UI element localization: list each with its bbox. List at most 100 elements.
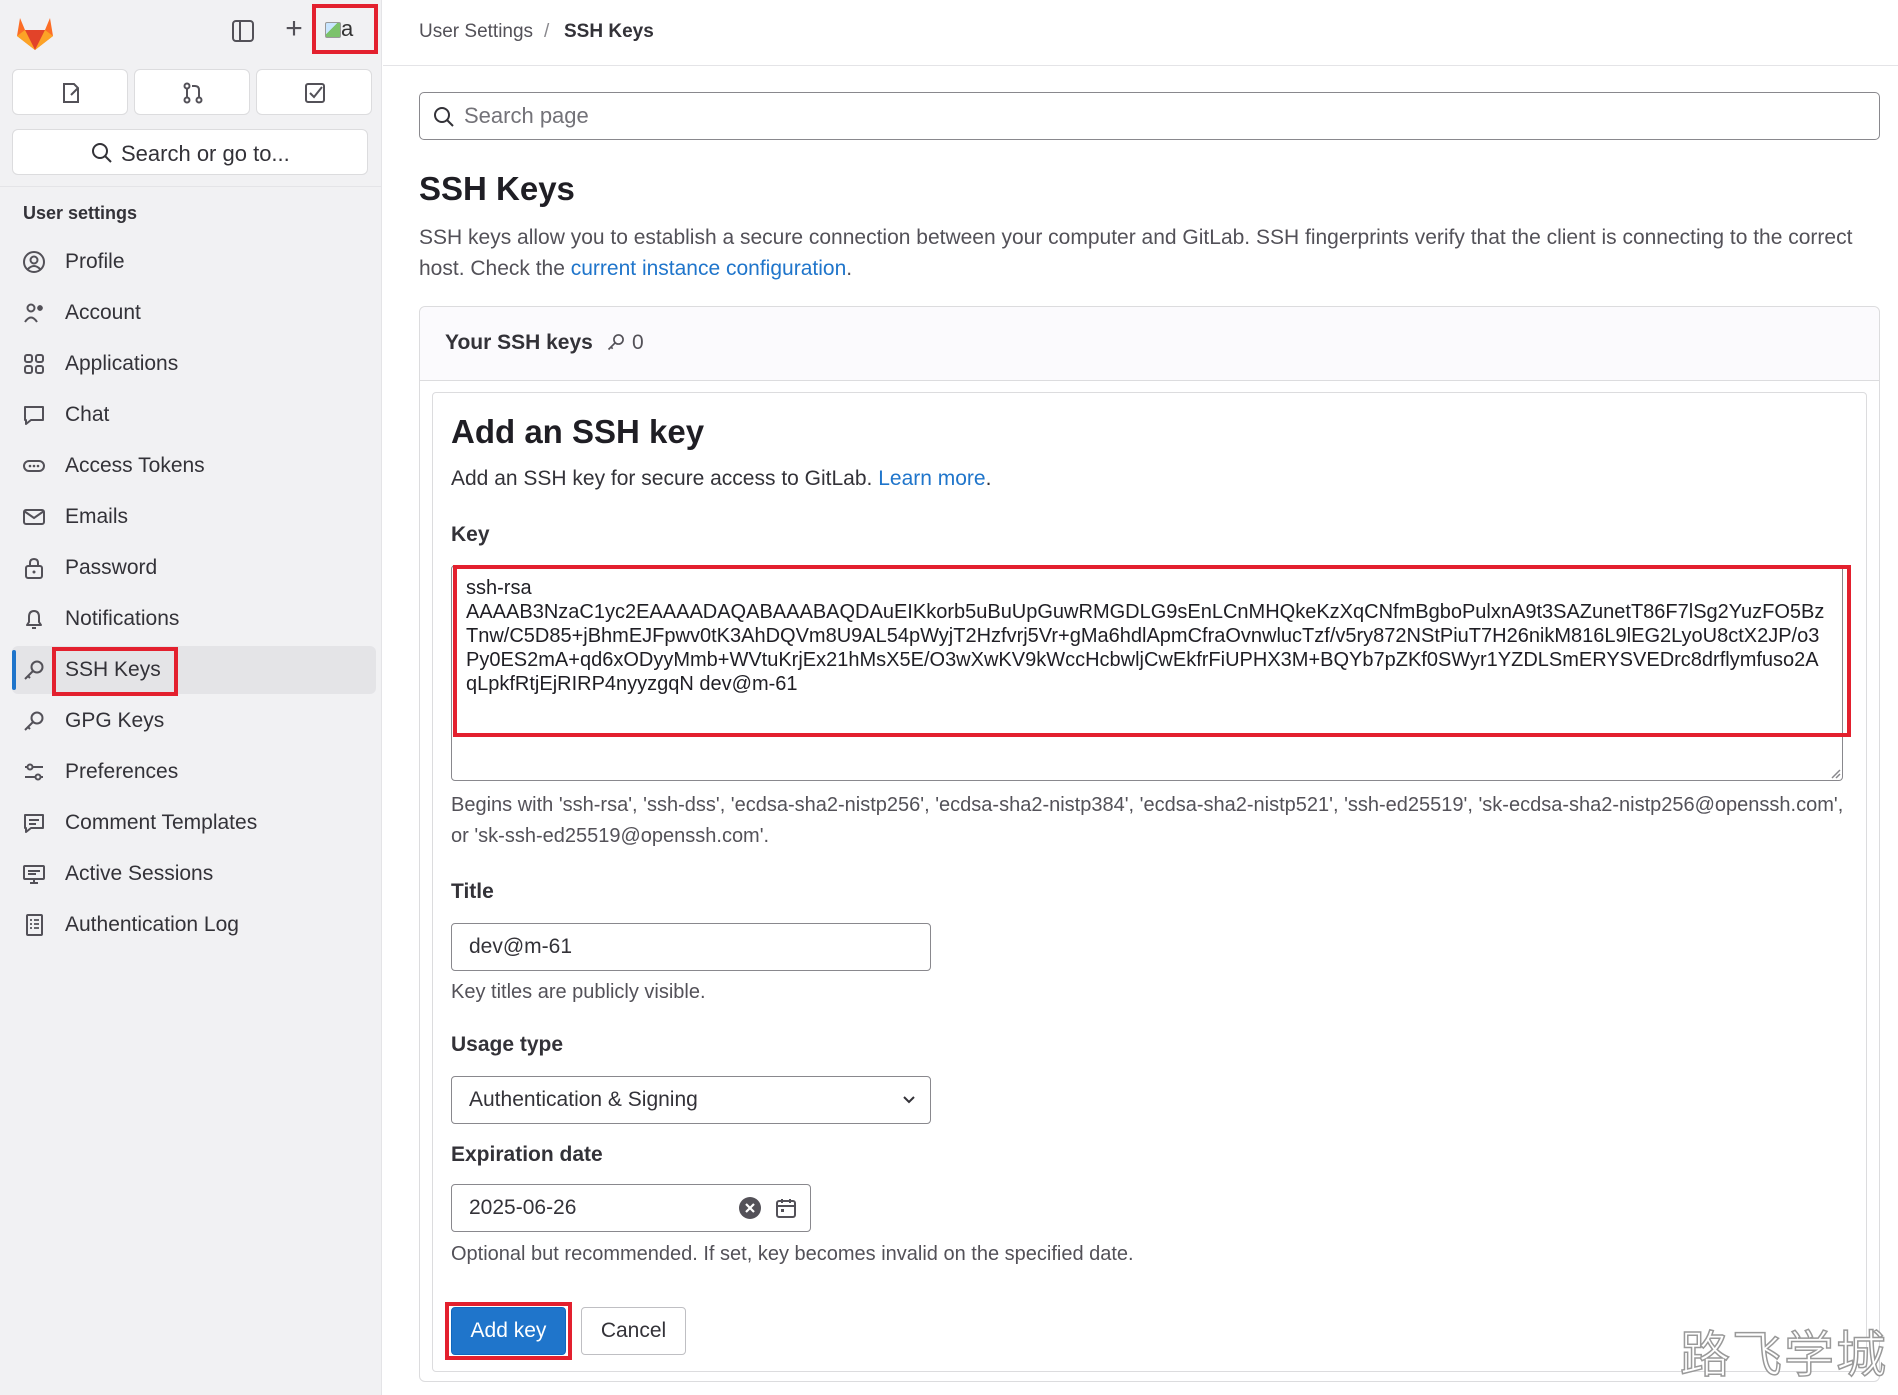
clear-icon[interactable]: [738, 1196, 762, 1220]
key-highlight: [453, 565, 1851, 737]
key-count: 0: [606, 331, 644, 355]
sidebar-item-label: Preferences: [65, 760, 179, 783]
breadcrumb-ssh-keys[interactable]: SSH Keys: [564, 21, 654, 43]
divider: [0, 186, 382, 187]
form-intro: Add an SSH key for secure access to GitL…: [451, 467, 991, 491]
card-header: Your SSH keys 0: [420, 307, 1879, 381]
avatar[interactable]: a: [325, 17, 361, 43]
ssh-keys-highlight: [52, 647, 178, 696]
sidebar-item-label: Notifications: [65, 607, 180, 630]
breadcrumb-separator: /: [544, 21, 550, 42]
add-key-highlight: [445, 1302, 572, 1360]
expiration-date-value: 2025-06-26: [469, 1196, 577, 1219]
page-title: SSH Keys: [419, 170, 575, 207]
title-input[interactable]: dev@m-61: [451, 923, 931, 971]
gitlab-logo-icon[interactable]: [14, 12, 56, 52]
merge-requests-button[interactable]: [134, 69, 250, 115]
title-label: Title: [451, 880, 494, 903]
issues-icon: [63, 83, 79, 103]
sidebar: + a Search or go to... User settings Pro…: [0, 0, 382, 1395]
monitor-icon: [23, 865, 45, 884]
key-icon: [607, 334, 624, 351]
sidebar-item-emails[interactable]: Emails: [12, 493, 376, 541]
sidebar-item-label: Password: [65, 556, 158, 579]
search-icon: [92, 143, 112, 163]
cancel-button[interactable]: Cancel: [581, 1307, 686, 1355]
chat-icon: [24, 406, 44, 425]
expiration-date-label: Expiration date: [451, 1143, 603, 1166]
account-icon: [24, 303, 43, 323]
sidebar-section-heading: User settings: [23, 203, 138, 223]
sidebar-item-notifications[interactable]: Notifications: [12, 595, 376, 643]
sidebar-item-access-tokens[interactable]: Access Tokens: [12, 442, 376, 490]
usage-type-select[interactable]: Authentication & Signing: [451, 1076, 931, 1124]
key-icon: [24, 660, 44, 680]
sidebar-item-label: Emails: [65, 505, 129, 528]
token-icon: [23, 460, 45, 472]
resize-handle-icon[interactable]: [1829, 767, 1841, 779]
profile-icon: [23, 251, 45, 273]
search-label: Search or go to...: [121, 141, 290, 166]
key-icon: [24, 711, 44, 731]
search-page-input[interactable]: [464, 101, 1864, 131]
key-help-text: Begins with 'ssh-rsa', 'ssh-dss', 'ecdsa…: [451, 794, 1844, 847]
ssh-keys-card: Your SSH keys 0 Add an SSH key Add an SS…: [419, 306, 1880, 1382]
active-indicator: [12, 650, 16, 690]
form-intro-text: Add an SSH key for secure access to GitL…: [451, 467, 879, 490]
key-label: Key: [451, 523, 490, 546]
comment-icon: [24, 814, 44, 833]
avatar-alt-text: a: [341, 16, 354, 41]
sidebar-item-password[interactable]: Password: [12, 544, 376, 592]
chevron-down-icon: [903, 1096, 915, 1104]
create-new-plus-icon[interactable]: +: [281, 14, 307, 44]
preferences-icon: [25, 763, 43, 781]
main-content: User Settings / SSH Keys SSH Keys SSH ke…: [383, 0, 1898, 1395]
search-page-field[interactable]: [419, 92, 1880, 140]
sidebar-top-bar: + a: [0, 0, 382, 62]
learn-more-link[interactable]: Learn more: [878, 467, 985, 490]
title-help-text: Key titles are publicly visible.: [451, 981, 706, 1003]
sidebar-item-applications[interactable]: Applications: [12, 340, 376, 388]
sidebar-item-label: Account: [65, 301, 141, 324]
card-title: Your SSH keys: [445, 331, 593, 354]
lock-icon: [25, 557, 43, 579]
sidebar-item-label: Active Sessions: [65, 862, 214, 885]
sidebar-item-label: Authentication Log: [65, 913, 239, 936]
sidebar-item-account[interactable]: Account: [12, 289, 376, 337]
usage-type-value: Authentication & Signing: [469, 1088, 698, 1111]
expiration-help-text: Optional but recommended. If set, key be…: [451, 1243, 1134, 1265]
expiration-date-input[interactable]: 2025-06-26: [451, 1184, 811, 1232]
sidebar-toggle-icon[interactable]: [230, 18, 256, 44]
sidebar-item-label: Chat: [65, 403, 110, 426]
watermark: 路飞学城: [1679, 1325, 1888, 1385]
sidebar-item-profile[interactable]: Profile: [12, 238, 376, 286]
sidebar-item-label: Applications: [65, 352, 179, 375]
sidebar-item-label: Access Tokens: [65, 454, 205, 477]
avatar-highlight: a: [312, 4, 378, 54]
instance-configuration-link[interactable]: current instance configuration: [571, 257, 847, 280]
applications-icon: [24, 354, 44, 374]
calendar-icon[interactable]: [775, 1197, 797, 1219]
usage-type-label: Usage type: [451, 1033, 564, 1056]
todos-button[interactable]: [256, 69, 372, 115]
sidebar-item-chat[interactable]: Chat: [12, 391, 376, 439]
breadcrumb: User Settings / SSH Keys: [383, 0, 1898, 66]
broken-image-icon: [325, 22, 341, 39]
sidebar-item-label: GPG Keys: [65, 709, 165, 732]
sidebar-item-preferences[interactable]: Preferences: [12, 748, 376, 796]
sidebar-item-comment-templates[interactable]: Comment Templates: [12, 799, 376, 847]
sidebar-item-gpg-keys[interactable]: GPG Keys: [12, 697, 376, 745]
search-icon: [434, 107, 454, 127]
mail-icon: [23, 509, 45, 525]
form-intro-end: .: [985, 467, 992, 490]
page-description-end: .: [846, 257, 853, 280]
todo-check-icon: [305, 83, 325, 103]
add-ssh-key-form: Add an SSH key Add an SSH key for secure…: [432, 392, 1867, 1372]
page-description: SSH keys allow you to establish a secure…: [419, 222, 1889, 284]
breadcrumb-user-settings[interactable]: User Settings: [419, 21, 533, 43]
sidebar-item-authentication-log[interactable]: Authentication Log: [12, 901, 376, 949]
bell-icon: [26, 610, 42, 629]
sidebar-item-active-sessions[interactable]: Active Sessions: [12, 850, 376, 898]
search-or-go-to-button[interactable]: Search or go to...: [12, 129, 368, 175]
issues-button[interactable]: [12, 69, 128, 115]
